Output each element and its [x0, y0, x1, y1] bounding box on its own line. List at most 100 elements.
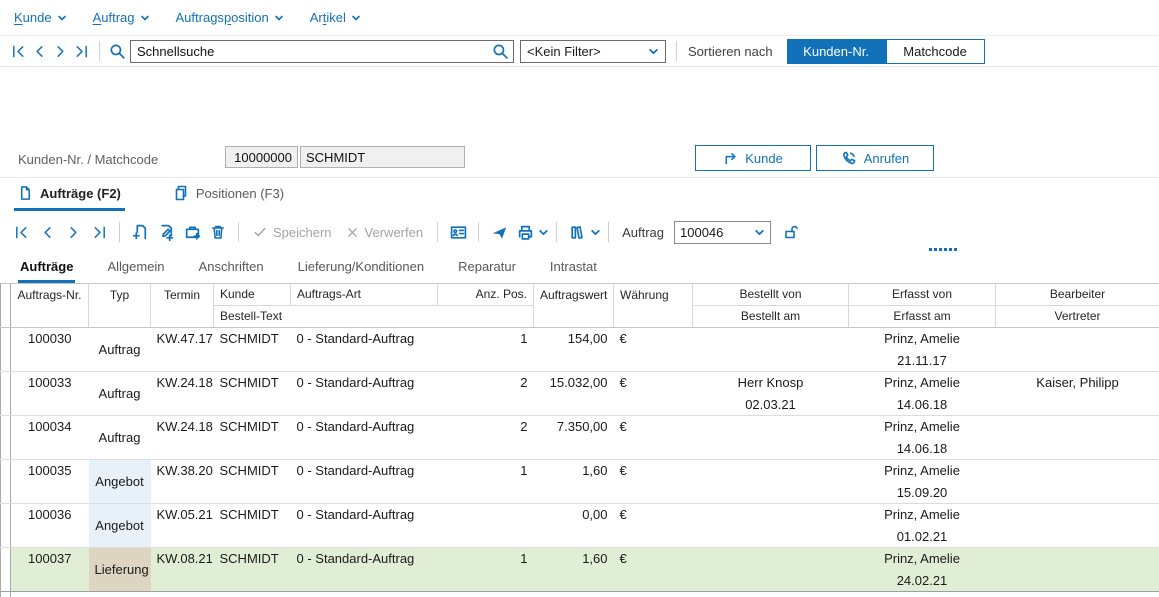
- row-gutter: [1, 548, 11, 592]
- table-row-second-line[interactable]: 21.11.17: [1, 350, 1159, 372]
- quick-search: [130, 40, 514, 63]
- splitter-handle[interactable]: [929, 248, 957, 251]
- col-header-termin[interactable]: Termin: [151, 284, 214, 328]
- tab-positionen[interactable]: Positionen (F3): [169, 178, 288, 211]
- call-button[interactable]: Anrufen: [816, 145, 934, 171]
- record-last-button[interactable]: [87, 220, 111, 244]
- filter-dropdown[interactable]: <Kein Filter>: [520, 40, 666, 63]
- col-header-waehrung[interactable]: Währung: [614, 284, 693, 328]
- col-header-kunde[interactable]: Kunde: [214, 284, 291, 306]
- table-row[interactable]: 100034 Auftrag KW.24.18 SCHMIDT 0 - Stan…: [1, 416, 1159, 438]
- cell-vertreter: [996, 438, 1159, 460]
- col-header-erfasst-am[interactable]: Erfasst am: [849, 306, 996, 328]
- nav-next-icon: [66, 225, 81, 240]
- menu-kunde[interactable]: Kunde: [14, 10, 67, 25]
- col-header-auftrags-nr[interactable]: Auftrags-Nr.: [11, 284, 89, 328]
- tab-positionen-label: Positionen (F3): [196, 186, 284, 201]
- cell-erfasst-von: Prinz, Amelie: [849, 460, 996, 482]
- subtab-auftraege[interactable]: Aufträge: [18, 253, 75, 283]
- table-row-second-line[interactable]: 14.06.18: [1, 438, 1159, 460]
- col-header-bestellt-von[interactable]: Bestellt von: [693, 284, 849, 306]
- col-header-bestell-text[interactable]: Bestell-Text: [214, 306, 534, 328]
- cell-vertreter: [996, 570, 1159, 592]
- col-header-bearbeiter[interactable]: Bearbeiter: [996, 284, 1159, 306]
- col-header-auftragswert[interactable]: Auftragswert: [534, 284, 614, 328]
- menu-label-part: Auftrags: [176, 10, 224, 25]
- cell-bestellt-am: [693, 526, 849, 548]
- row-gutter: [1, 416, 11, 460]
- filter-value: <Kein Filter>: [527, 44, 601, 59]
- record-dropdown[interactable]: 100046: [674, 221, 771, 244]
- cell-vertreter: [996, 350, 1159, 372]
- table-row[interactable]: 100035 Angebot KW.38.20 SCHMIDT 0 - Stan…: [1, 460, 1159, 482]
- sort-matchcode-button[interactable]: Matchcode: [886, 39, 985, 64]
- nav-next-button[interactable]: [50, 40, 71, 62]
- col-header-bestellt-am[interactable]: Bestellt am: [693, 306, 849, 328]
- cell-erfasst-von: Prinz, Amelie: [849, 328, 996, 350]
- record-first-button[interactable]: [9, 220, 33, 244]
- search-input-icon[interactable]: [492, 43, 509, 63]
- table-row[interactable]: 100033 Auftrag KW.24.18 SCHMIDT 0 - Stan…: [1, 372, 1159, 394]
- tab-auftraege[interactable]: Aufträge (F2): [14, 178, 125, 211]
- menu-label-part: uftrag: [101, 10, 134, 25]
- contact-card-button[interactable]: [446, 220, 470, 244]
- customer-label: Kunden-Nr. / Matchcode: [18, 152, 158, 167]
- chevron-down-icon[interactable]: [538, 227, 549, 238]
- save-button[interactable]: Speichern: [253, 225, 332, 240]
- col-header-typ[interactable]: Typ: [89, 284, 151, 328]
- lock-button[interactable]: [779, 220, 803, 244]
- cell-auftrags-nr: 100037: [11, 548, 89, 570]
- menu-auftrag[interactable]: Auftrag: [93, 10, 150, 25]
- nav-prev-button[interactable]: [29, 40, 50, 62]
- subtab-lieferung-konditionen[interactable]: Lieferung/Konditionen: [296, 253, 427, 283]
- sort-kundennr-button[interactable]: Kunden-Nr.: [787, 39, 886, 64]
- record-next-button[interactable]: [61, 220, 85, 244]
- cell-bestell-text: [214, 438, 534, 460]
- nav-first-button[interactable]: [8, 40, 29, 62]
- search-button[interactable]: [107, 40, 128, 62]
- col-header-vertreter[interactable]: Vertreter: [996, 306, 1159, 328]
- chevron-down-icon[interactable]: [590, 227, 601, 238]
- subtab-reparatur[interactable]: Reparatur: [456, 253, 518, 283]
- nav-last-button[interactable]: [71, 40, 92, 62]
- table-row[interactable]: 100036 Angebot KW.05.21 SCHMIDT 0 - Stan…: [1, 504, 1159, 526]
- table-row-second-line[interactable]: 15.09.20: [1, 482, 1159, 504]
- print-button[interactable]: [513, 220, 537, 244]
- customer-matchcode-field[interactable]: [300, 146, 465, 168]
- menu-artikel[interactable]: Artikel: [310, 10, 361, 25]
- table-row-second-line[interactable]: 01.02.21: [1, 526, 1159, 548]
- discard-label: Verwerfen: [365, 225, 424, 240]
- cell-bestellt-von: [693, 416, 849, 438]
- menu-auftragsposition[interactable]: Auftragsposition: [176, 10, 284, 25]
- table-row-second-line[interactable]: 02.03.21 14.06.18: [1, 394, 1159, 416]
- col-header-erfasst-von[interactable]: Erfasst von: [849, 284, 996, 306]
- nav-first-icon: [14, 225, 29, 240]
- cell-vertreter: [996, 482, 1159, 504]
- subtab-intrastat[interactable]: Intrastat: [548, 253, 599, 283]
- send-button[interactable]: [487, 220, 511, 244]
- new-case-button[interactable]: [180, 220, 204, 244]
- customer-number-field[interactable]: [225, 146, 298, 168]
- cell-typ: Auftrag: [89, 416, 151, 460]
- subtab-anschriften[interactable]: Anschriften: [197, 253, 266, 283]
- goto-customer-button[interactable]: Kunde: [695, 145, 811, 171]
- cell-bestellt-von: [693, 504, 849, 526]
- table-row[interactable]: 100030 Auftrag KW.47.17 SCHMIDT 0 - Stan…: [1, 328, 1159, 350]
- table-row[interactable]: 100037 Lieferung KW.08.21 SCHMIDT 0 - St…: [1, 548, 1159, 570]
- discard-button[interactable]: Verwerfen: [346, 225, 424, 240]
- subtab-allgemein[interactable]: Allgemein: [105, 253, 166, 283]
- record-prev-button[interactable]: [35, 220, 59, 244]
- padlock-open-icon: [783, 224, 799, 240]
- new-record-button[interactable]: [128, 220, 152, 244]
- col-header-anz-pos[interactable]: Anz. Pos.: [438, 284, 534, 306]
- document-plus-icon: [132, 224, 149, 241]
- col-header-auftrags-art[interactable]: Auftrags-Art: [291, 284, 438, 306]
- cell-bestellt-am: [693, 438, 849, 460]
- copy-record-button[interactable]: [154, 220, 178, 244]
- cell-typ: Auftrag: [89, 372, 151, 416]
- cell-bearbeiter: Kaiser, Philipp: [996, 372, 1159, 394]
- table-row-second-line[interactable]: 24.02.21: [1, 570, 1159, 592]
- search-input[interactable]: [130, 40, 514, 63]
- reports-button[interactable]: [565, 220, 589, 244]
- delete-button[interactable]: [206, 220, 230, 244]
